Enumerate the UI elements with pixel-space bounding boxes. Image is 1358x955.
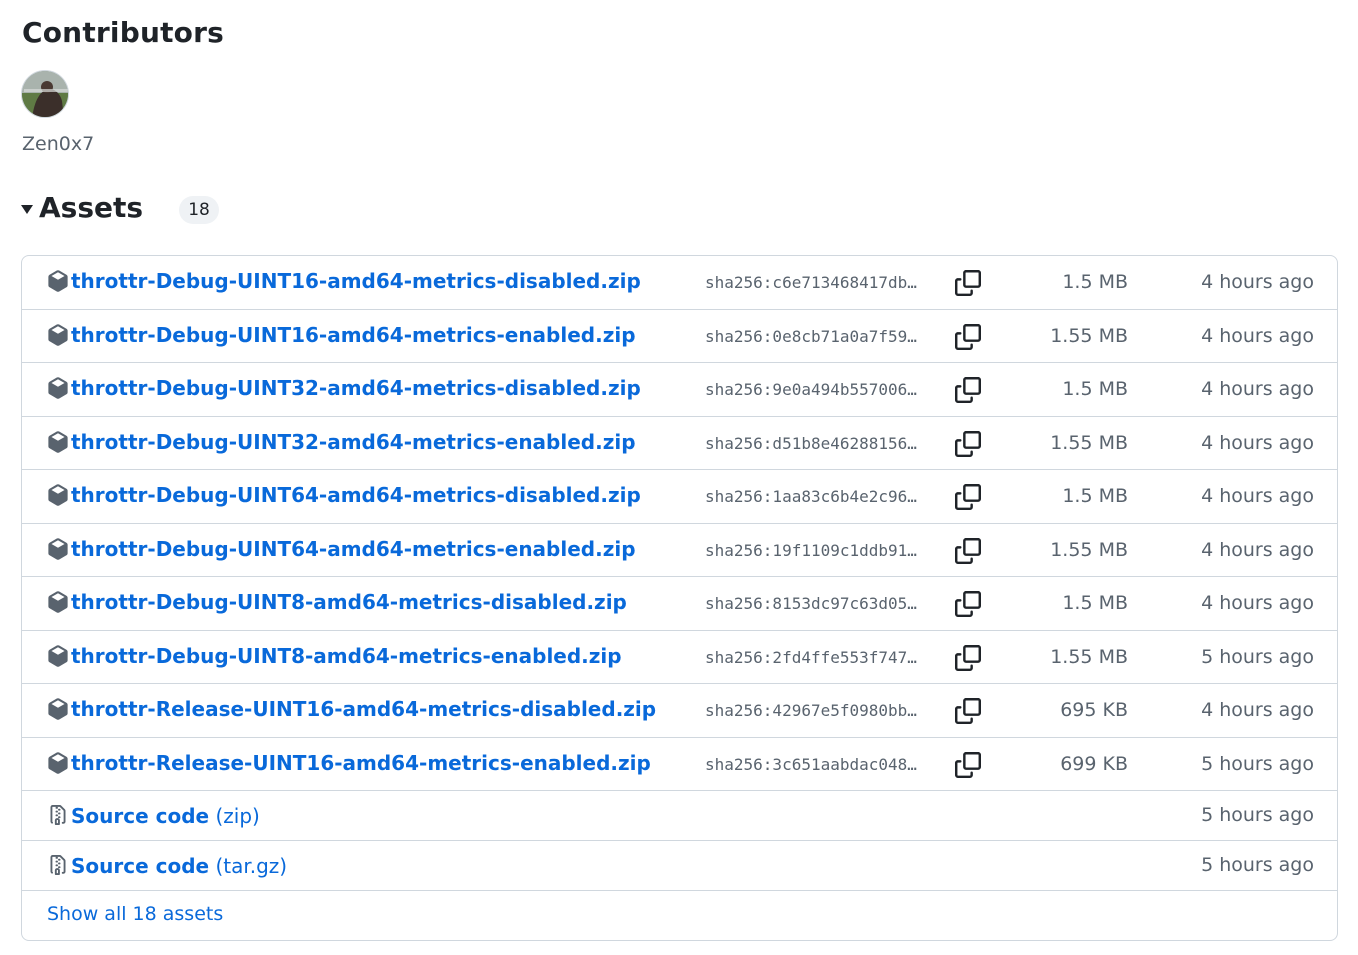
asset-sha256: sha256:1aa83c6b4e2c96… xyxy=(705,487,917,506)
source-code-format: (tar.gz) xyxy=(215,854,288,878)
asset-sha256: sha256:19f1109c1ddb91… xyxy=(705,540,917,560)
asset-sha256: sha256:c6e713468417db… xyxy=(705,273,917,292)
asset-row: throttr-Debug-UINT8-amd64-metrics-enable… xyxy=(22,631,1337,684)
copy-icon[interactable] xyxy=(955,644,981,671)
asset-sha256: sha256:9e0a494b557006… xyxy=(705,380,917,399)
copy-icon[interactable] xyxy=(955,698,981,724)
asset-row: throttr-Debug-UINT16-amd64-metrics-enabl… xyxy=(22,310,1337,363)
asset-download-link[interactable]: throttr-Debug-UINT64-amd64-metrics-disab… xyxy=(71,483,641,507)
copy-icon[interactable] xyxy=(955,591,981,617)
asset-sha256: sha256:0e8cb71a0a7f59… xyxy=(705,326,917,346)
asset-size: 1.55 MB xyxy=(1050,645,1128,668)
asset-timestamp: 4 hours ago xyxy=(1201,271,1314,293)
asset-sha256: sha256:3c651aabdac048… xyxy=(705,754,917,774)
asset-size: 1.55 MB xyxy=(1050,538,1128,561)
asset-row: throttr-Release-UINT16-amd64-metrics-ena… xyxy=(22,738,1337,791)
asset-timestamp: 4 hours ago xyxy=(1201,592,1314,614)
copy-icon[interactable] xyxy=(955,377,981,403)
source-code-timestamp: 5 hours ago xyxy=(1201,854,1314,876)
package-icon xyxy=(48,591,68,613)
asset-row: throttr-Debug-UINT16-amd64-metrics-disab… xyxy=(22,256,1337,310)
asset-row: throttr-Release-UINT16-amd64-metrics-dis… xyxy=(22,684,1337,738)
package-icon xyxy=(48,644,68,667)
asset-row: throttr-Debug-UINT64-amd64-metrics-disab… xyxy=(22,470,1337,524)
asset-row: throttr-Debug-UINT32-amd64-metrics-enabl… xyxy=(22,417,1337,470)
show-all-row: Show all 18 assets xyxy=(22,891,1337,940)
asset-row: throttr-Debug-UINT8-amd64-metrics-disabl… xyxy=(22,577,1337,631)
avatar-image xyxy=(22,71,68,117)
asset-sha256: sha256:2fd4ffe553f747… xyxy=(705,647,917,667)
asset-sha256: sha256:42967e5f0980bb… xyxy=(705,701,917,720)
copy-icon[interactable] xyxy=(955,484,981,510)
copy-icon[interactable] xyxy=(955,270,981,296)
package-icon xyxy=(48,484,68,506)
file-zip-icon xyxy=(50,855,66,875)
source-code-format: (zip) xyxy=(215,804,260,828)
asset-timestamp: 4 hours ago xyxy=(1201,699,1314,721)
contributors-heading: Contributors xyxy=(22,16,224,49)
source-code-label: Source code xyxy=(71,854,210,878)
asset-timestamp: 5 hours ago xyxy=(1201,752,1314,775)
asset-download-link[interactable]: throttr-Debug-UINT8-amd64-metrics-disabl… xyxy=(71,590,627,614)
asset-size: 1.5 MB xyxy=(1062,271,1128,293)
copy-icon[interactable] xyxy=(955,430,981,457)
asset-download-link[interactable]: throttr-Release-UINT16-amd64-metrics-ena… xyxy=(71,751,651,775)
asset-timestamp: 4 hours ago xyxy=(1201,485,1314,507)
assets-heading: Assets xyxy=(39,190,144,224)
contributor-name[interactable]: Zen0x7 xyxy=(22,133,94,155)
asset-download-link[interactable]: throttr-Release-UINT16-amd64-metrics-dis… xyxy=(71,697,656,721)
source-code-link[interactable]: Source code (tar.gz) xyxy=(71,854,287,878)
assets-list: throttr-Debug-UINT16-amd64-metrics-disab… xyxy=(21,255,1338,941)
asset-size: 1.55 MB xyxy=(1050,431,1128,454)
asset-size: 699 KB xyxy=(1060,752,1128,775)
release-page: Contributors Zen0x7 Assets 18 throttr-De… xyxy=(0,0,1358,955)
package-icon xyxy=(48,323,68,346)
asset-timestamp: 4 hours ago xyxy=(1201,324,1314,347)
asset-download-link[interactable]: throttr-Debug-UINT32-amd64-metrics-enabl… xyxy=(71,430,636,454)
source-code-timestamp: 5 hours ago xyxy=(1201,804,1314,826)
source-code-row: Source code (tar.gz) 5 hours ago xyxy=(22,841,1337,891)
caret-down-icon xyxy=(21,204,33,214)
asset-row: throttr-Debug-UINT64-amd64-metrics-enabl… xyxy=(22,524,1337,577)
asset-timestamp: 4 hours ago xyxy=(1201,378,1314,400)
package-icon xyxy=(48,377,68,399)
asset-download-link[interactable]: throttr-Debug-UINT16-amd64-metrics-disab… xyxy=(71,269,641,293)
file-zip-icon xyxy=(50,805,66,825)
asset-sha256: sha256:8153dc97c63d05… xyxy=(705,594,917,613)
show-all-assets-link[interactable]: Show all 18 assets xyxy=(47,903,223,925)
asset-size: 1.55 MB xyxy=(1050,324,1128,347)
assets-count-badge: 18 xyxy=(179,196,220,224)
asset-size: 695 KB xyxy=(1060,699,1128,721)
asset-download-link[interactable]: throttr-Debug-UINT64-amd64-metrics-enabl… xyxy=(71,537,636,561)
asset-download-link[interactable]: throttr-Debug-UINT8-amd64-metrics-enable… xyxy=(71,644,622,668)
package-icon xyxy=(48,751,68,774)
asset-size: 1.5 MB xyxy=(1062,378,1128,400)
package-icon xyxy=(48,537,68,560)
package-icon xyxy=(48,698,68,720)
asset-timestamp: 4 hours ago xyxy=(1201,538,1314,561)
copy-icon[interactable] xyxy=(955,751,981,778)
copy-icon[interactable] xyxy=(955,537,981,564)
copy-icon[interactable] xyxy=(955,323,981,350)
asset-download-link[interactable]: throttr-Debug-UINT32-amd64-metrics-disab… xyxy=(71,376,641,400)
asset-timestamp: 4 hours ago xyxy=(1201,431,1314,454)
asset-row: throttr-Debug-UINT32-amd64-metrics-disab… xyxy=(22,363,1337,417)
asset-sha256: sha256:d51b8e46288156… xyxy=(705,433,917,453)
asset-timestamp: 5 hours ago xyxy=(1201,645,1314,668)
package-icon xyxy=(48,430,68,453)
source-code-label: Source code xyxy=(71,804,210,828)
package-icon xyxy=(48,270,68,292)
asset-size: 1.5 MB xyxy=(1062,485,1128,507)
source-code-row: Source code (zip) 5 hours ago xyxy=(22,791,1337,841)
asset-download-link[interactable]: throttr-Debug-UINT16-amd64-metrics-enabl… xyxy=(71,323,636,347)
avatar[interactable] xyxy=(21,70,69,118)
assets-toggle[interactable]: Assets 18 xyxy=(21,190,220,224)
asset-size: 1.5 MB xyxy=(1062,592,1128,614)
source-code-link[interactable]: Source code (zip) xyxy=(71,804,260,828)
